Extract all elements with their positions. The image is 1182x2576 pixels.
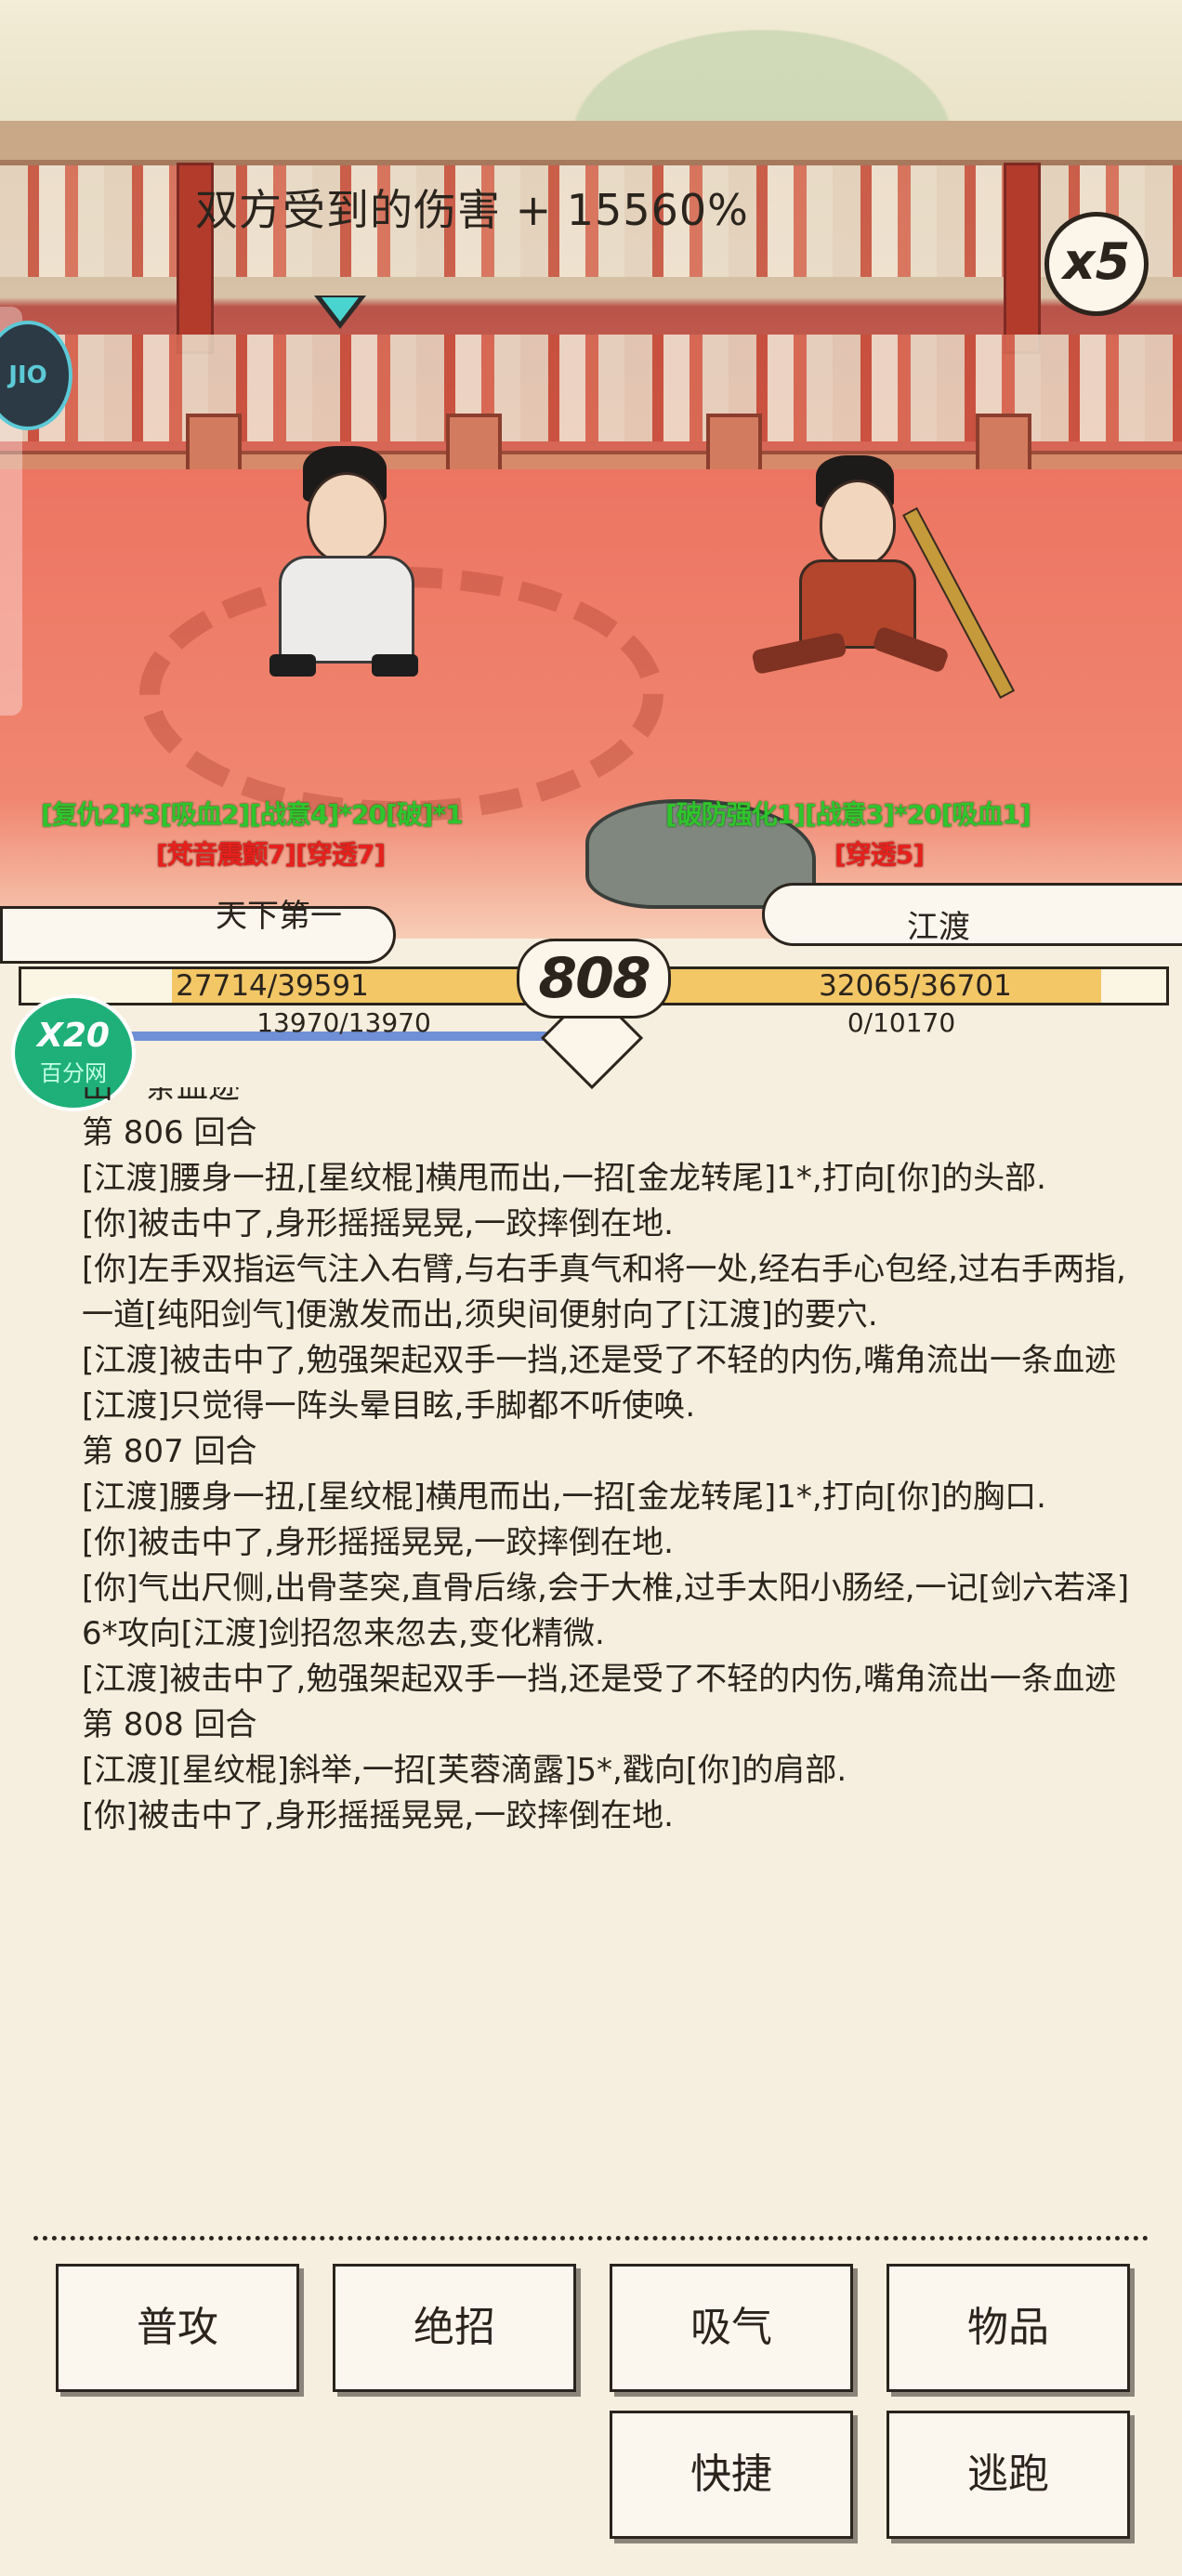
fighter-robe — [279, 556, 414, 664]
player-debuffs-line2: [梵音震颤7][穿透7] — [156, 835, 386, 872]
action-divider — [33, 2236, 1149, 2241]
log-line: [江渡]被击中了,勉强架起双手一挡,还是受了不轻的内伤,嘴角流出一条血迹 — [82, 1661, 1116, 1698]
ultimate-button[interactable]: 绝招 — [333, 2264, 576, 2392]
arena-roof — [0, 121, 1182, 165]
enemy-fighter — [743, 455, 1016, 700]
items-button[interactable]: 物品 — [886, 2264, 1130, 2392]
fighter-head — [820, 480, 896, 567]
enemy-debuffs-text: [穿透5] — [834, 839, 925, 870]
player-debuffs-text: [梵音震颤7][穿透7] — [156, 839, 386, 870]
enemy-mp-text: 0/10170 — [847, 1007, 956, 1038]
quick-button[interactable]: 快捷 — [610, 2411, 853, 2539]
enemy-buffs-line1: [破防强化1][战意3]*20[吸血1] — [665, 795, 1031, 832]
turn-indicator-fill — [322, 297, 359, 322]
site-logo-mark: X20 — [37, 1017, 110, 1055]
battle-log[interactable]: 出一条血迹 第 806 回合 [江渡]腰身一扭,[星纹棍]横甩而出,一招[金龙转… — [65, 1087, 1134, 2054]
log-line: 出一条血迹 — [82, 1087, 240, 1106]
arena-pillar — [1004, 163, 1041, 354]
enemy-hp-text: 32065/36701 — [819, 969, 1012, 1003]
log-line: [江渡]腰身一扭,[星纹棍]横甩而出,一招[金龙转尾]1*,打向[你]的胸口. — [82, 1479, 1046, 1516]
log-line: [江渡]只觉得一阵头晕目眩,手脚都不听使唤. — [82, 1387, 696, 1425]
player-buffs-line1: [复仇2]*3[吸血2][战意4]*20[破]*1 — [41, 795, 464, 832]
log-round-header: 第 807 回合 — [82, 1433, 257, 1470]
enemy-debuffs-line2: [穿透5] — [834, 835, 925, 872]
mountain-backdrop — [520, 0, 1004, 139]
player-mp-bar: 13970/13970 — [112, 1007, 576, 1041]
log-line: [江渡]被击中了,勉强架起双手一挡,还是受了不轻的内伤,嘴角流出一条血迹 — [82, 1342, 1116, 1379]
player-buffs-text: [复仇2]*3[吸血2][战意4]*20[破]*1 — [41, 799, 464, 830]
enemy-hp-bar: 32065/36701 — [662, 966, 1169, 1005]
fighter-head — [307, 472, 387, 563]
log-round-header: 第 806 回合 — [82, 1114, 257, 1151]
log-line: [你]左手双指运气注入右臂,与右手真气和将一处,经右手心包经,过右手两指,一道[… — [82, 1251, 1126, 1334]
log-line: [江渡][星纹棍]斜举,一招[芙蓉滴露]5*,戳向[你]的肩部. — [82, 1752, 847, 1789]
enemy-name: 江渡 — [907, 909, 970, 946]
flee-button[interactable]: 逃跑 — [886, 2411, 1130, 2539]
log-line: [你]被击中了,身形摇摇晃晃,一跤摔倒在地. — [82, 1797, 674, 1834]
site-logo-text: 百分网 — [40, 1060, 107, 1086]
fighter-boot — [372, 654, 418, 677]
log-line: [江渡]腰身一扭,[星纹棍]横甩而出,一招[金龙转尾]1*,打向[你]的头部. — [82, 1160, 1046, 1197]
log-line: [你]被击中了,身形摇摇晃晃,一跤摔倒在地. — [82, 1524, 674, 1561]
log-line: [你]被击中了,身形摇摇晃晃,一跤摔倒在地. — [82, 1205, 674, 1242]
attack-button[interactable]: 普攻 — [56, 2264, 299, 2392]
rail-post — [446, 414, 502, 477]
round-counter: 808 — [517, 939, 671, 1019]
log-line: [你]气出尺侧,出骨茎突,直骨后缘,会于大椎,过手太阳小肠经,一记[剑六若泽]6… — [82, 1570, 1130, 1652]
player-mp-text: 13970/13970 — [256, 1007, 431, 1038]
log-round-header: 第 808 回合 — [82, 1706, 257, 1743]
rail-post — [186, 414, 242, 477]
enemy-mp-bar: 0/10170 — [669, 1009, 1134, 1037]
player-fighter — [260, 446, 427, 688]
breathe-button[interactable]: 吸气 — [610, 2264, 853, 2392]
enemy-buffs-text: [破防强化1][战意3]*20[吸血1] — [665, 799, 1031, 830]
speed-multiplier-button[interactable]: x5 — [1044, 212, 1149, 316]
player-name: 天下第一 — [216, 898, 342, 935]
fighter-boot — [269, 654, 316, 677]
damage-modifier-banner: 双方受到的伤害 + 15560% — [195, 185, 749, 235]
